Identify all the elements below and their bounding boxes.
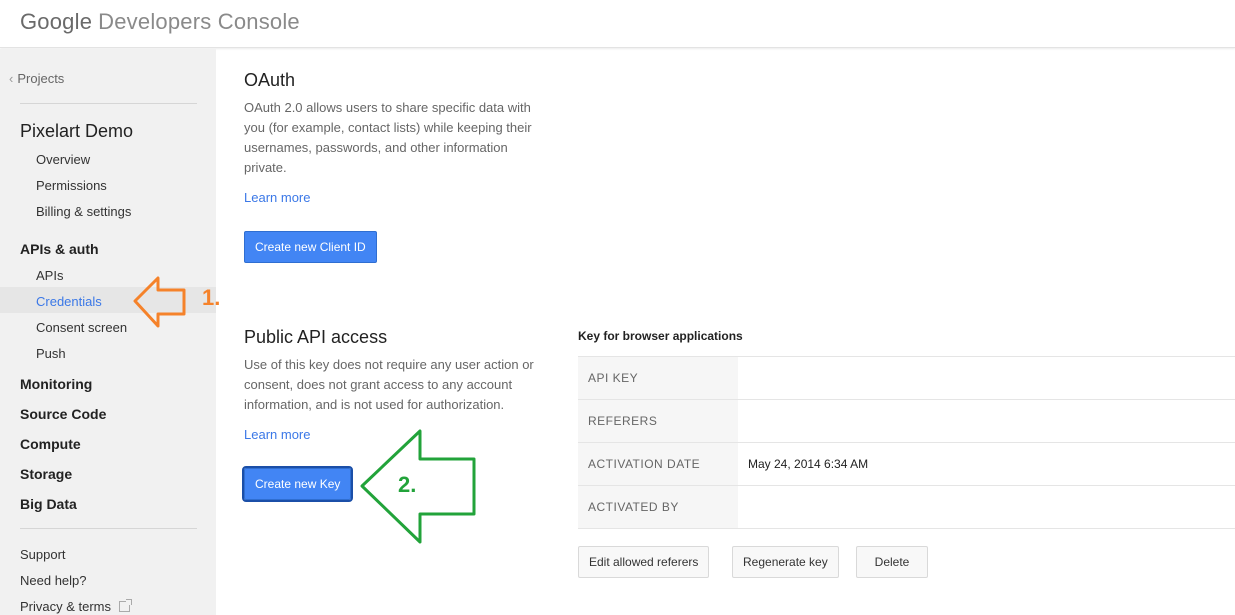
oauth-learn-more-link[interactable]: Learn more [244,190,310,205]
referers-label: REFERERS [578,399,738,443]
regenerate-key-button[interactable]: Regenerate key [732,546,839,578]
api-key-label: API KEY [578,356,738,400]
activated-by-value [738,485,1235,529]
oauth-description: OAuth 2.0 allows users to share specific… [244,100,532,175]
table-row: REFERERS [578,399,1235,443]
oauth-title: OAuth [244,70,296,90]
referers-value [738,399,1235,443]
public-api-description: Use of this key does not require any use… [244,357,534,412]
arrow-left-icon [133,276,186,328]
table-row: ACTIVATION DATE May 24, 2014 6:34 AM [578,442,1235,486]
create-new-key-button[interactable]: Create new Key [241,466,354,502]
table-row: ACTIVATED BY [578,485,1235,529]
key-panel-title: Key for browser applications [578,329,743,343]
create-client-id-button[interactable]: Create new Client ID [244,231,377,263]
api-key-value[interactable] [738,356,1235,400]
main-content: OAuth OAuth 2.0 allows users to share sp… [216,49,1235,615]
public-api-title: Public API access [244,327,388,347]
activation-date-value: May 24, 2014 6:34 AM [738,442,1235,486]
edit-allowed-referers-button[interactable]: Edit allowed referers [578,546,710,578]
activated-by-label: ACTIVATED BY [578,485,738,529]
delete-key-button[interactable]: Delete [856,546,928,578]
key-details-table: API KEY REFERERS ACTIVATION DATE May 24,… [578,356,1235,529]
public-api-learn-more-link[interactable]: Learn more [244,427,310,442]
table-row: API KEY [578,356,1235,400]
activation-date-label: ACTIVATION DATE [578,442,738,486]
